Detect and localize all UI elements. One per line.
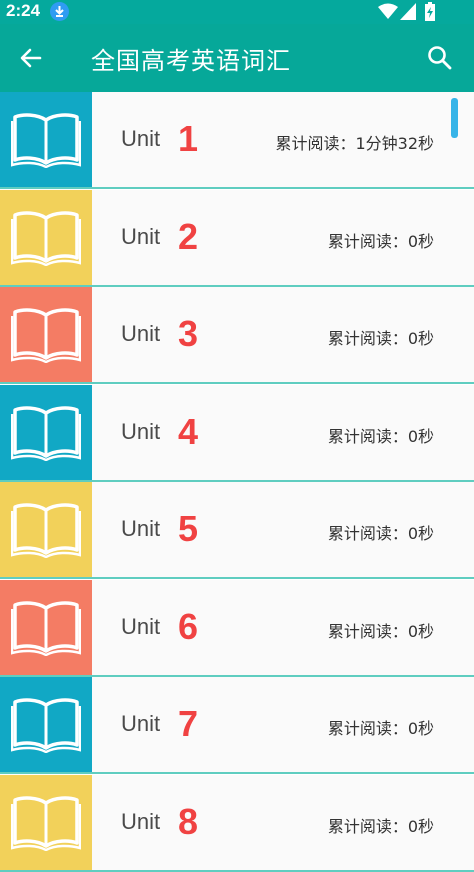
unit-label: Unit	[121, 516, 161, 541]
unit-label: Unit	[121, 808, 161, 834]
reading-time: 累计阅读：0秒	[327, 329, 434, 348]
unit-row[interactable]: Unit 1 累计阅读：1分钟32秒	[0, 92, 474, 189]
reading-time: 累计阅读：0秒	[327, 426, 434, 446]
unit-label: Unit	[121, 126, 161, 151]
unit-list: Unit 1 累计阅读：1分钟32秒 Unit 2 累计阅读：0秒 Unit 3 累计阅读：0秒…	[0, 92, 474, 872]
unit-thumbnail	[0, 482, 92, 577]
book-icon	[11, 698, 81, 753]
unit-label: Unit	[121, 321, 161, 346]
unit-thumbnail	[0, 579, 92, 675]
book-icon	[11, 503, 81, 558]
unit-thumbnail	[0, 677, 92, 772]
unit-thumbnail	[0, 189, 92, 285]
unit-row[interactable]: Unit 6 累计阅读：0秒	[0, 579, 474, 677]
unit-thumbnail	[0, 287, 92, 382]
unit-thumbnail	[0, 384, 92, 480]
book-icon	[11, 210, 81, 266]
back-button[interactable]	[18, 45, 44, 75]
unit-number: 5	[178, 508, 199, 549]
app-bar: 全国高考英语词汇	[0, 24, 474, 92]
download-icon	[50, 2, 69, 21]
unit-number: 8	[178, 800, 199, 842]
search-button[interactable]	[427, 45, 453, 75]
signal-icon	[400, 3, 416, 20]
unit-thumbnail	[0, 774, 92, 870]
unit-number: 7	[178, 703, 199, 744]
status-bar: 2:24	[0, 0, 474, 24]
unit-row[interactable]: Unit 2 累计阅读：0秒	[0, 189, 474, 287]
scrollbar[interactable]	[451, 98, 458, 138]
unit-number: 4	[178, 410, 199, 452]
unit-row[interactable]: Unit 5 累计阅读：0秒	[0, 482, 474, 579]
unit-number: 6	[178, 605, 199, 647]
wifi-icon	[378, 3, 398, 19]
unit-number: 2	[178, 215, 199, 257]
reading-time: 累计阅读：0秒	[327, 719, 434, 738]
unit-row[interactable]: Unit 8 累计阅读：0秒	[0, 774, 474, 872]
battery-icon	[425, 2, 435, 21]
reading-time: 累计阅读：0秒	[327, 621, 434, 641]
unit-row[interactable]: Unit 4 累计阅读：0秒	[0, 384, 474, 482]
book-icon	[11, 113, 81, 168]
book-icon	[11, 795, 81, 851]
book-icon	[11, 405, 81, 461]
reading-time: 累计阅读：1分钟32秒	[275, 134, 434, 153]
status-time: 2:24	[6, 1, 41, 20]
book-icon	[11, 308, 81, 363]
unit-label: Unit	[121, 613, 161, 639]
unit-label: Unit	[121, 418, 161, 444]
reading-time: 累计阅读：0秒	[327, 231, 434, 251]
unit-number: 3	[178, 313, 199, 354]
unit-row[interactable]: Unit 7 累计阅读：0秒	[0, 677, 474, 774]
search-icon	[428, 46, 452, 70]
reading-time: 累计阅读：0秒	[327, 524, 434, 543]
book-icon	[11, 600, 81, 656]
unit-thumbnail	[0, 92, 92, 187]
unit-row[interactable]: Unit 3 累计阅读：0秒	[0, 287, 474, 384]
unit-label: Unit	[121, 223, 161, 249]
unit-number: 1	[178, 118, 199, 159]
reading-time: 累计阅读：0秒	[327, 816, 434, 836]
back-arrow-icon	[20, 48, 42, 68]
page-title: 全国高考英语词汇	[91, 47, 291, 75]
unit-label: Unit	[121, 711, 161, 736]
